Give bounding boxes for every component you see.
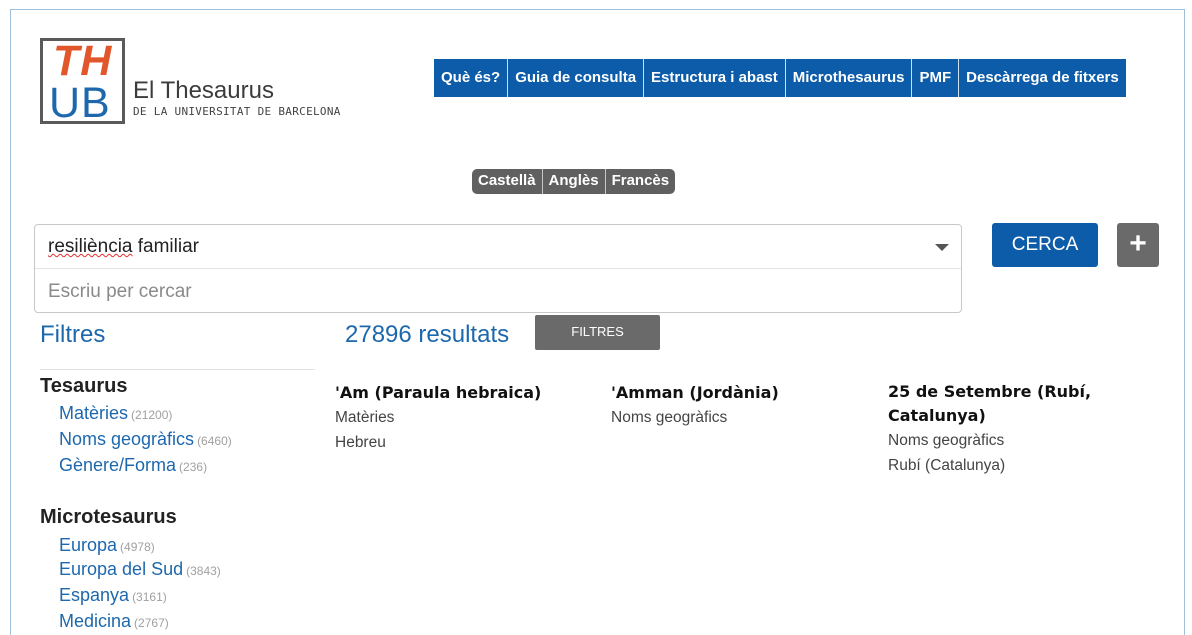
facet-label: Europa [59,535,118,555]
facet-label: Medicina [59,611,132,631]
result-title[interactable]: 25 de Setembre (Rubí, Catalunya) [888,380,1128,428]
lang-frances[interactable]: Francès [605,169,676,194]
nav-estructura-abast[interactable]: Estructura i abast [644,59,786,97]
search-button[interactable]: CERCA [992,223,1098,267]
facet-espanya[interactable]: Espanya (3161) [59,585,167,606]
facet-count: (3161) [132,590,167,604]
filters-title: Filtres [40,321,106,348]
logo-subtitle: DE LA UNIVERSITAT DE BARCELONA [133,105,341,118]
facet-label: Europa del Sud [59,559,184,579]
result-item: 'Amman (Jordània) Noms geogràfics [611,380,871,430]
lang-castella[interactable]: Castellà [472,169,543,194]
facet-europa[interactable]: Europa (4978) [59,535,155,556]
result-thesaurus: Noms geogràfics [888,432,1005,449]
result-item: 'Am (Paraula hebraica) Matèries Hebreu [335,380,595,455]
filters-button[interactable]: FILTRES [535,315,660,350]
result-broader-term: Hebreu [335,434,386,451]
facet-noms-geografics[interactable]: Noms geogràfics (6460) [59,429,232,450]
result-title[interactable]: 'Amman (Jordània) [611,380,871,405]
facet-genere-forma[interactable]: Gènere/Forma (236) [59,455,207,476]
results-count: 27896 resultats [345,321,510,348]
filter-group-title-tesaurus: Tesaurus [40,375,128,397]
top-nav: Què és? Guia de consulta Estructura i ab… [434,59,1126,97]
facet-label: Gènere/Forma [59,455,177,475]
logo-mark: TH UB [40,37,125,127]
result-thesaurus: Matèries [335,409,395,426]
search-value-word-misspelled: resiliència [48,236,133,257]
search-selected-row[interactable]: resiliència familiar [35,225,961,269]
nav-descarrega-fitxers[interactable]: Descàrrega de fitxers [959,59,1126,97]
result-title[interactable]: 'Am (Paraula hebraica) [335,380,595,405]
add-button[interactable]: + [1117,223,1159,267]
facet-count: (2767) [134,616,169,630]
logo-ub-text: UB [49,79,111,127]
dropdown-caret-icon[interactable] [935,244,949,251]
facet-count: (4978) [120,540,155,554]
facet-europa-del-sud[interactable]: Europa del Sud (3843) [59,559,221,580]
nav-microthesaurus[interactable]: Microthesaurus [785,59,913,97]
search-value-word: familiar [132,236,199,257]
facet-materies[interactable]: Matèries (21200) [59,403,172,424]
facet-label: Noms geogràfics [59,429,195,449]
search-input[interactable] [48,280,928,304]
site-logo[interactable]: TH UB El Thesaurus DE LA UNIVERSITAT DE … [40,37,350,128]
facet-count: (21200) [131,408,173,422]
search-selected-value: resiliència familiar [48,236,199,258]
facet-label: Espanya [59,585,130,605]
lang-angles[interactable]: Anglès [542,169,606,194]
facet-medicina[interactable]: Medicina (2767) [59,611,169,632]
filter-group-title-microtesaurus: Microtesaurus [40,506,177,528]
facet-count: (236) [179,460,208,474]
facet-label: Matèries [59,403,129,423]
nav-que-es[interactable]: Què és? [434,59,509,97]
result-thesaurus: Noms geogràfics [611,409,728,426]
result-item: 25 de Setembre (Rubí, Catalunya) Noms ge… [888,380,1128,478]
nav-guia-consulta[interactable]: Guia de consulta [508,59,645,97]
language-selector: Castellà Anglès Francès [472,169,676,194]
result-broader-term: Rubí (Catalunya) [888,457,1006,474]
logo-title: El Thesaurus [133,77,274,104]
facet-count: (6460) [197,434,232,448]
nav-pmf[interactable]: PMF [912,59,960,97]
facet-count: (3843) [186,564,221,578]
sidebar-divider [40,369,315,370]
search-box: resiliència familiar [34,224,962,313]
